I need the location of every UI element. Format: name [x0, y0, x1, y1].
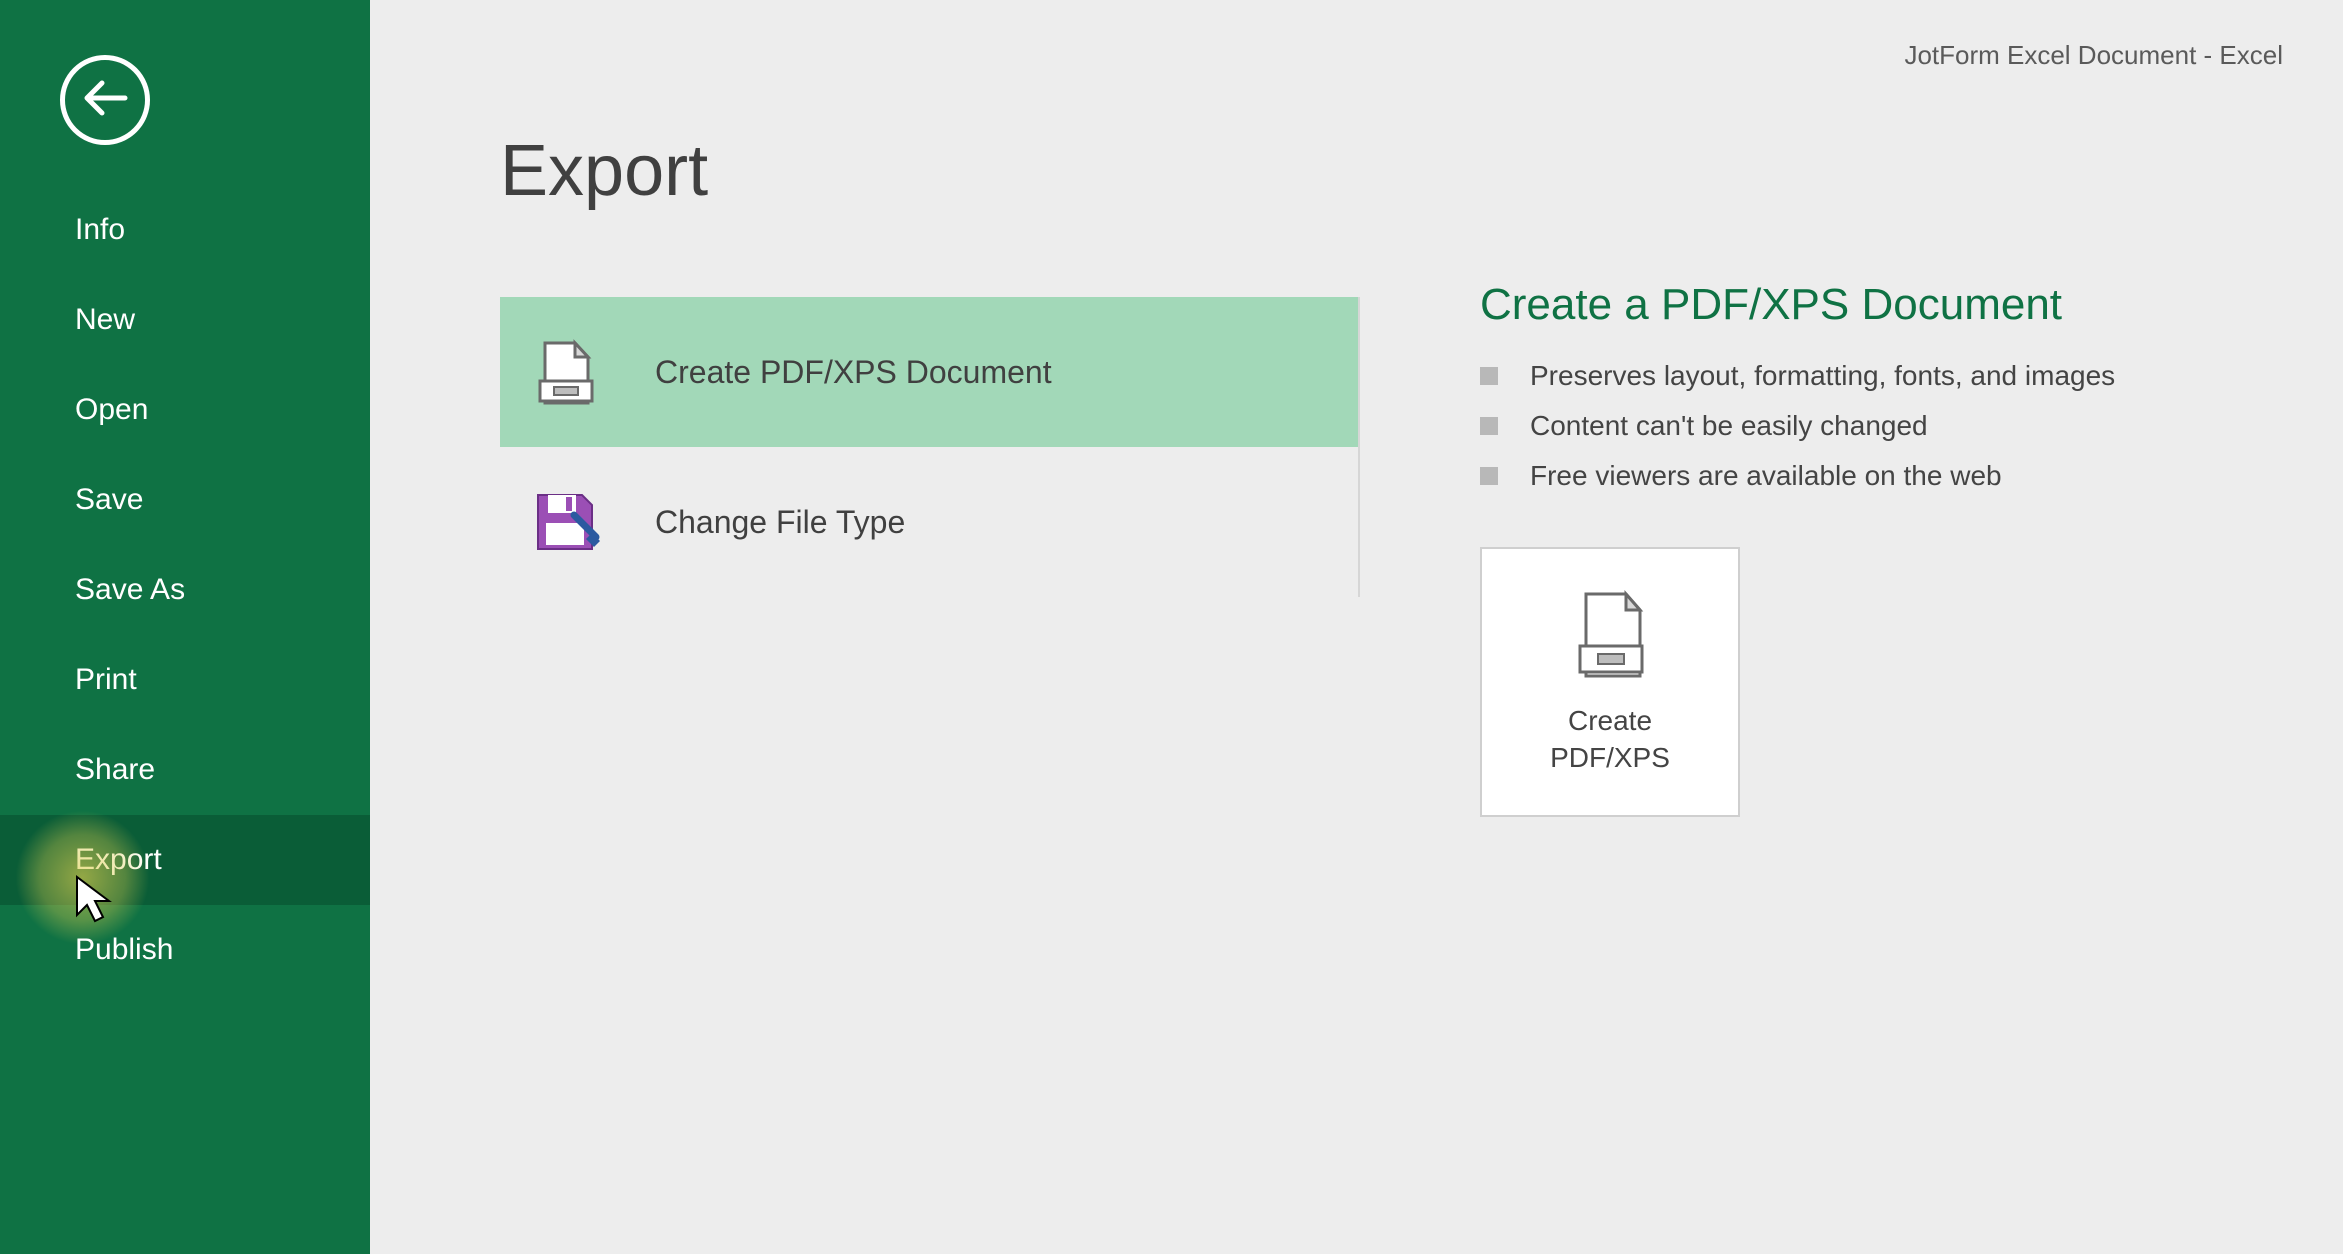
- bullet-text: Free viewers are available on the web: [1530, 460, 2002, 492]
- create-pdf-xps-button[interactable]: Create PDF/XPS: [1480, 547, 1740, 817]
- export-details-column: Create a PDF/XPS Document Preserves layo…: [1480, 130, 2115, 1254]
- sidebar-item-info[interactable]: Info: [0, 185, 370, 275]
- sidebar-item-label: Save As: [75, 573, 185, 606]
- bullet-text: Preserves layout, formatting, fonts, and…: [1530, 360, 2115, 392]
- pdf-page-icon: [530, 337, 600, 407]
- sidebar-list: Info New Open Save Save As Print Share: [0, 185, 370, 995]
- square-bullet-icon: [1480, 467, 1498, 485]
- sidebar-item-label: Print: [75, 663, 137, 696]
- export-page: Export Create PDF/XPS Document: [370, 0, 2343, 1254]
- sidebar-item-label: New: [75, 303, 135, 336]
- button-label-line2: PDF/XPS: [1550, 740, 1670, 776]
- sidebar-item-save-as[interactable]: Save As: [0, 545, 370, 635]
- bullet-item: Content can't be easily changed: [1480, 410, 2115, 442]
- sidebar-item-open[interactable]: Open: [0, 365, 370, 455]
- sidebar-item-new[interactable]: New: [0, 275, 370, 365]
- sidebar-item-label: Publish: [75, 933, 173, 966]
- sidebar-item-label: Open: [75, 393, 148, 426]
- sidebar-item-share[interactable]: Share: [0, 725, 370, 815]
- arrow-left-icon: [80, 73, 130, 128]
- sidebar-item-export[interactable]: Export: [0, 815, 370, 905]
- sidebar-item-label: Info: [75, 213, 125, 246]
- export-options-column: Export Create PDF/XPS Document: [500, 130, 1360, 1254]
- option-create-pdf-xps[interactable]: Create PDF/XPS Document: [500, 297, 1358, 447]
- option-label: Create PDF/XPS Document: [655, 354, 1052, 391]
- option-label: Change File Type: [655, 504, 905, 541]
- export-options-list: Create PDF/XPS Document Change Fi: [500, 297, 1360, 597]
- bullet-item: Preserves layout, formatting, fonts, and…: [1480, 360, 2115, 392]
- square-bullet-icon: [1480, 417, 1498, 435]
- backstage-sidebar: Info New Open Save Save As Print Share: [0, 0, 370, 1254]
- sidebar-item-label: Share: [75, 753, 155, 786]
- sidebar-item-save[interactable]: Save: [0, 455, 370, 545]
- page-heading: Export: [500, 130, 1360, 212]
- pdf-page-icon: [1568, 588, 1653, 683]
- button-label: Create PDF/XPS: [1550, 703, 1670, 776]
- backstage-view: JotForm Excel Document - Excel Info New …: [0, 0, 2343, 1254]
- sidebar-item-label: Export: [75, 843, 162, 876]
- details-bullets: Preserves layout, formatting, fonts, and…: [1480, 360, 2115, 492]
- save-as-type-icon: [530, 487, 600, 557]
- back-button[interactable]: [60, 55, 150, 145]
- bullet-text: Content can't be easily changed: [1530, 410, 1928, 442]
- square-bullet-icon: [1480, 367, 1498, 385]
- details-heading: Create a PDF/XPS Document: [1480, 280, 2115, 330]
- sidebar-item-label: Save: [75, 483, 143, 516]
- button-label-line1: Create: [1550, 703, 1670, 739]
- sidebar-item-publish[interactable]: Publish: [0, 905, 370, 995]
- sidebar-item-print[interactable]: Print: [0, 635, 370, 725]
- bullet-item: Free viewers are available on the web: [1480, 460, 2115, 492]
- option-change-file-type[interactable]: Change File Type: [500, 447, 1358, 597]
